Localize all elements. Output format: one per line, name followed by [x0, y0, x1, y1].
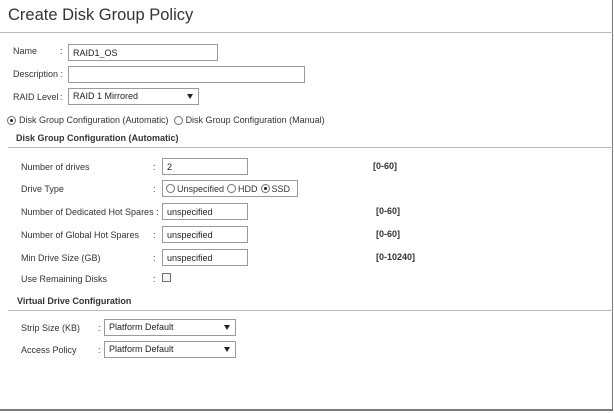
dedicated-spares-label: Number of Dedicated Hot Spares : — [21, 207, 159, 217]
manual-radio[interactable] — [173, 115, 183, 125]
chevron-down-icon — [224, 347, 230, 352]
access-policy-value: Platform Default — [109, 344, 174, 354]
global-spares-label: Number of Global Hot Spares — [21, 230, 140, 240]
min-drive-size-separator: : — [153, 253, 156, 263]
dedicated-spares-input[interactable] — [162, 203, 248, 220]
drive-type-unspecified-radio[interactable] — [166, 184, 175, 193]
name-label: Name — [13, 46, 38, 56]
num-drives-separator: : — [153, 162, 156, 172]
raid-level-separator: : — [60, 92, 63, 102]
description-label: Description : — [13, 69, 64, 79]
use-remaining-label: Use Remaining Disks — [21, 274, 108, 284]
config-mode-group: Disk Group Configuration (Automatic) Dis… — [7, 115, 325, 125]
num-drives-range: [0-60] — [373, 161, 398, 171]
automatic-radio-label[interactable]: Disk Group Configuration (Automatic) — [19, 115, 169, 125]
global-spares-range: [0-60] — [376, 229, 401, 239]
drive-type-ssd-label[interactable]: SSD — [272, 184, 291, 194]
raid-level-label: RAID Level — [13, 92, 59, 102]
strip-size-separator: : — [98, 323, 101, 333]
global-spares-input[interactable] — [162, 226, 248, 243]
drive-type-label: Drive Type — [21, 184, 64, 194]
drive-type-ssd-radio[interactable] — [260, 184, 270, 193]
strip-size-value: Platform Default — [109, 322, 174, 332]
min-drive-size-range: [0-10240] — [376, 252, 416, 262]
dialog-title: Create Disk Group Policy — [8, 6, 194, 24]
virtual-section-heading: Virtual Drive Configuration — [17, 296, 132, 306]
raid-level-value: RAID 1 Mirrored — [73, 91, 139, 101]
num-drives-label: Number of drives — [21, 162, 90, 172]
manual-radio-label[interactable]: Disk Group Configuration (Manual) — [186, 115, 325, 125]
auto-section-divider — [8, 147, 613, 148]
automatic-radio[interactable] — [7, 115, 16, 125]
drive-type-separator: : — [153, 184, 156, 194]
access-policy-label: Access Policy — [21, 345, 77, 355]
description-input[interactable] — [68, 66, 305, 83]
drive-type-hdd-label[interactable]: HDD — [238, 184, 258, 194]
chevron-down-icon — [187, 94, 193, 99]
global-spares-separator: : — [153, 230, 156, 240]
raid-level-select[interactable]: RAID 1 Mirrored — [68, 88, 199, 105]
strip-size-label: Strip Size (KB) — [21, 323, 81, 333]
access-policy-select[interactable]: Platform Default — [104, 341, 236, 358]
use-remaining-separator: : — [153, 274, 156, 284]
create-disk-group-policy-dialog: Create Disk Group Policy Name : Descript… — [0, 0, 613, 411]
num-drives-input[interactable] — [162, 158, 248, 175]
dedicated-spares-range: [0-60] — [376, 206, 401, 216]
strip-size-select[interactable]: Platform Default — [104, 319, 236, 336]
title-divider — [0, 32, 613, 33]
min-drive-size-input[interactable] — [162, 249, 248, 266]
virtual-section-divider — [8, 310, 613, 311]
min-drive-size-label: Min Drive Size (GB) — [21, 253, 101, 263]
name-separator: : — [60, 46, 63, 56]
use-remaining-checkbox[interactable] — [162, 273, 171, 282]
drive-type-hdd-radio[interactable] — [227, 184, 237, 193]
drive-type-unspecified-label[interactable]: Unspecified — [177, 184, 224, 194]
chevron-down-icon — [224, 325, 230, 330]
name-input[interactable] — [68, 44, 218, 61]
auto-section-heading: Disk Group Configuration (Automatic) — [16, 133, 179, 143]
access-policy-separator: : — [98, 345, 101, 355]
drive-type-radio-group: Unspecified HDD SSD — [162, 180, 298, 197]
